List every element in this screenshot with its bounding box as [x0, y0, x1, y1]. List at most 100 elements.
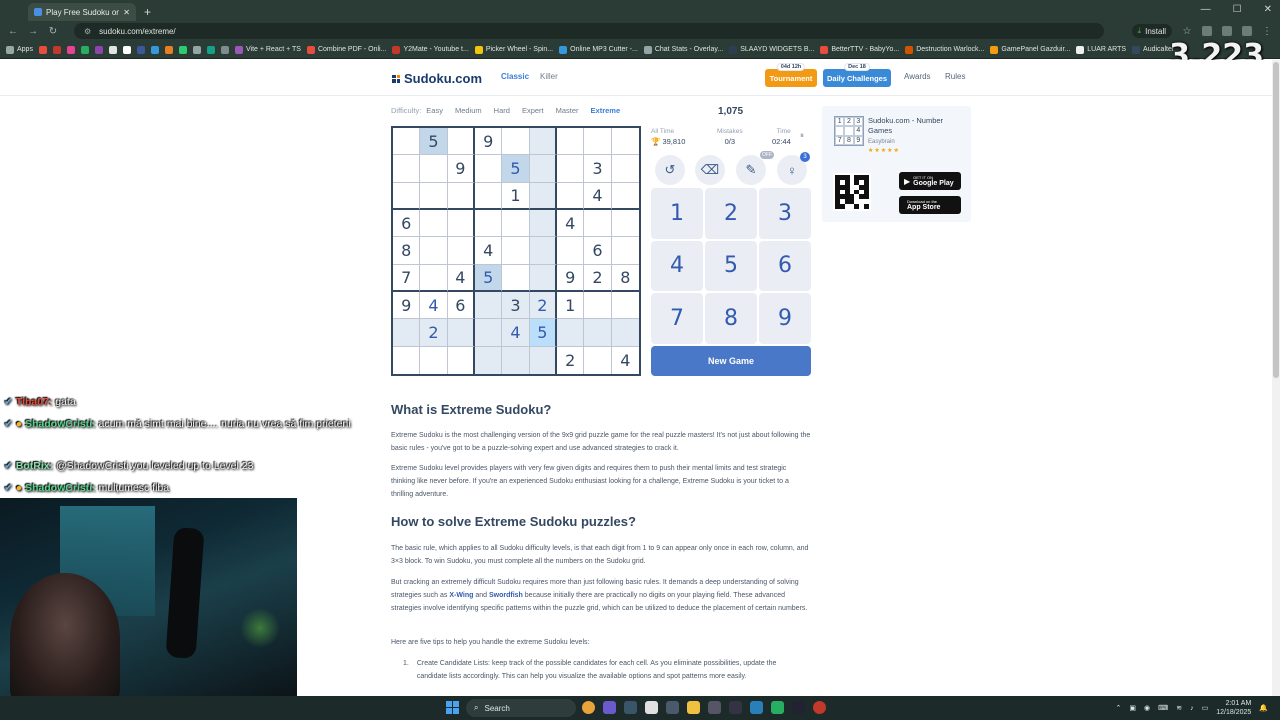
bookmark-star-icon[interactable]: ☆	[1182, 26, 1192, 37]
sudoku-cell[interactable]: 7	[393, 264, 421, 292]
sudoku-cell[interactable]	[475, 319, 503, 347]
nav-killer[interactable]: Killer	[540, 72, 558, 81]
sudoku-cell[interactable]: 6	[584, 237, 612, 265]
sudoku-cell[interactable]: 9	[393, 292, 421, 320]
chevron-up-icon[interactable]: ⌃	[1116, 704, 1122, 712]
app-icon[interactable]	[813, 701, 826, 714]
back-icon[interactable]: ←	[8, 26, 18, 37]
bookmark-item[interactable]: Apps	[6, 45, 33, 54]
sudoku-cell[interactable]: 3	[502, 292, 530, 320]
daily-challenges-button[interactable]: Dec 18 Daily Challenges	[823, 63, 891, 87]
app-icon[interactable]	[645, 701, 658, 714]
sudoku-cell[interactable]	[611, 183, 639, 210]
battery-icon[interactable]: ▭	[1202, 704, 1209, 712]
number-key-9[interactable]: 9	[759, 293, 811, 344]
obs-icon[interactable]	[624, 701, 637, 714]
sudoku-cell[interactable]: 4	[475, 237, 503, 265]
taskbar-search[interactable]: ⌕ Search	[466, 699, 576, 717]
app-icon[interactable]	[729, 701, 742, 714]
sudoku-cell[interactable]	[393, 155, 421, 183]
difficulty-hard[interactable]: Hard	[494, 106, 510, 115]
nav-classic[interactable]: Classic	[501, 72, 529, 81]
bookmark-item[interactable]: GamePanel Gazduir...	[990, 45, 1070, 54]
bookmark-item[interactable]	[80, 45, 89, 54]
close-window-icon[interactable]: ✕	[1264, 4, 1272, 15]
app-icon[interactable]	[708, 701, 721, 714]
sudoku-cell[interactable]	[393, 128, 421, 156]
menu-icon[interactable]: ⋮	[1262, 26, 1272, 37]
bookmark-item[interactable]: Y2Mate - Youtube t...	[392, 45, 469, 54]
site-logo[interactable]: Sudoku.com	[392, 71, 482, 86]
sudoku-cell[interactable]	[611, 319, 639, 347]
sudoku-cell[interactable]: 3	[584, 155, 612, 183]
sudoku-cell[interactable]: 6	[447, 292, 475, 320]
sudoku-cell[interactable]	[502, 237, 530, 265]
notification-icon[interactable]: 🔔	[1259, 704, 1268, 712]
sudoku-cell[interactable]: 8	[393, 237, 421, 265]
extension-icon[interactable]	[1202, 26, 1212, 36]
number-key-3[interactable]: 3	[759, 188, 811, 239]
sudoku-cell[interactable]	[447, 237, 475, 265]
nav-awards[interactable]: Awards	[904, 72, 931, 81]
sudoku-cell[interactable]: 4	[557, 210, 585, 238]
sudoku-cell[interactable]	[393, 182, 421, 210]
sudoku-cell[interactable]: 1	[557, 292, 585, 320]
erase-button[interactable]: ⌫	[695, 155, 725, 185]
sudoku-cell[interactable]: 2	[557, 346, 585, 374]
sudoku-cell[interactable]: 1	[502, 182, 530, 210]
maximize-icon[interactable]: ☐	[1233, 4, 1242, 15]
sudoku-cell[interactable]	[611, 155, 639, 183]
number-key-6[interactable]: 6	[759, 240, 811, 292]
app-icon[interactable]	[666, 701, 679, 714]
sudoku-cell[interactable]	[611, 237, 639, 265]
minimize-icon[interactable]: —	[1201, 4, 1211, 15]
sudoku-cell[interactable]: 9	[447, 155, 475, 183]
sudoku-cell[interactable]	[529, 210, 557, 238]
difficulty-extreme[interactable]: Extreme	[591, 106, 621, 115]
sudoku-cell[interactable]	[393, 319, 421, 347]
bookmark-item[interactable]: Vite + React + TS	[234, 45, 301, 54]
bookmark-item[interactable]	[94, 45, 103, 54]
tray-app-icon[interactable]: ▣	[1129, 704, 1136, 712]
sudoku-cell[interactable]	[447, 182, 475, 210]
difficulty-medium[interactable]: Medium	[455, 106, 482, 115]
sudoku-cell[interactable]	[502, 210, 530, 238]
bookmark-item[interactable]: Combine PDF - Onli...	[306, 45, 386, 54]
sudoku-cell[interactable]: 2	[584, 264, 612, 292]
sudoku-cell[interactable]: 5	[529, 319, 557, 347]
windows-start-icon[interactable]	[446, 701, 459, 714]
difficulty-expert[interactable]: Expert	[522, 106, 544, 115]
sudoku-cell[interactable]: 2	[529, 292, 557, 320]
app-name[interactable]: Sudoku.com - Number Games	[868, 116, 964, 136]
bookmark-item[interactable]: BetterTTV - BabyYo...	[820, 45, 899, 54]
sudoku-cell[interactable]: 5	[475, 264, 503, 292]
sudoku-cell[interactable]: 5	[502, 155, 530, 183]
sudoku-cell[interactable]	[557, 182, 585, 210]
sudoku-cell[interactable]	[420, 182, 448, 210]
bookmark-item[interactable]	[122, 45, 131, 54]
bookmark-item[interactable]	[178, 45, 187, 54]
number-key-4[interactable]: 4	[651, 240, 703, 292]
browser-tab[interactable]: Play Free Sudoku online - solv ✕	[28, 3, 136, 21]
number-key-2[interactable]: 2	[705, 188, 757, 239]
sudoku-cell[interactable]	[529, 237, 557, 265]
sudoku-cell[interactable]	[420, 264, 448, 292]
sudoku-cell[interactable]: 4	[447, 264, 475, 292]
bookmark-item[interactable]	[220, 45, 229, 54]
sudoku-cell[interactable]: 5	[420, 128, 448, 156]
sudoku-cell[interactable]	[448, 346, 475, 374]
nav-rules[interactable]: Rules	[945, 72, 965, 81]
sudoku-cell[interactable]: 8	[611, 265, 639, 292]
sudoku-cell[interactable]	[584, 128, 612, 156]
install-button[interactable]: ⤓ Install	[1131, 24, 1172, 38]
system-clock[interactable]: 2:01 AM 12/18/2025	[1216, 699, 1251, 717]
bookmark-item[interactable]	[66, 45, 75, 54]
bookmark-item[interactable]	[108, 45, 117, 54]
sudoku-cell[interactable]	[420, 237, 448, 265]
sudoku-cell[interactable]	[420, 346, 448, 374]
bookmark-item[interactable]: Chat Stats - Overlay...	[643, 45, 723, 54]
bookmark-item[interactable]: Audicalter	[1132, 45, 1174, 54]
sudoku-cell[interactable]	[529, 155, 557, 183]
sudoku-cell[interactable]	[447, 128, 475, 156]
site-info-icon[interactable]: ⚙	[84, 27, 91, 36]
